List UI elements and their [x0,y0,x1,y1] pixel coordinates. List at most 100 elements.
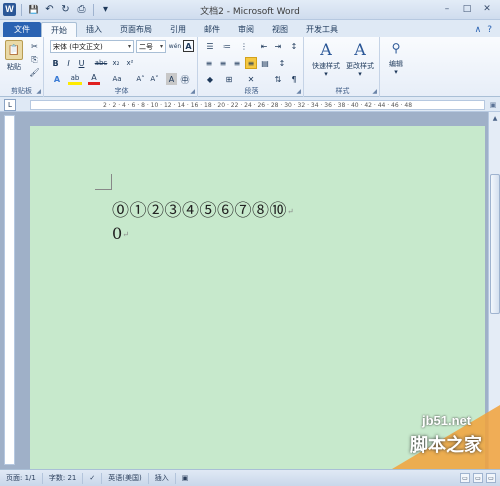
enclose-character-button[interactable]: ㊥ [179,73,191,86]
show-formatting-icon[interactable]: ¶ [288,73,300,85]
word-count[interactable]: 字数: 21 [43,472,84,484]
watermark-url: jb51.net [422,413,472,428]
tab-review[interactable]: 审阅 [229,22,263,37]
page-count[interactable]: 页面: 1/1 [0,472,43,484]
status-bar: 页面: 1/1 字数: 21 ✓ 英语(美国) 插入 ▣ ▭ ▭ ▭ [0,469,500,486]
paste-label[interactable]: 粘贴 [3,62,25,72]
scrollbar-thumb[interactable] [490,174,500,314]
ribbon: 📋 粘贴 ✂ ⎘ 🖌 剪贴板 ◢ 宋体 (中文正文) ▾ 二号 ▾ wén A … [0,37,500,97]
customize-qat-icon[interactable]: ▾ [99,3,112,16]
clipboard-launcher-icon[interactable]: ◢ [36,88,41,95]
increase-indent-icon[interactable]: ⇥ [272,40,284,52]
subscript-button[interactable]: x₂ [110,57,122,69]
text-effects-button[interactable]: A [50,73,64,85]
divider [93,3,94,16]
web-layout-icon[interactable]: ▭ [486,473,496,483]
tab-home[interactable]: 开始 [41,22,77,37]
styles-launcher-icon[interactable]: ◢ [372,88,377,95]
numbering-icon[interactable]: ≔ [220,40,234,52]
save-icon[interactable]: 💾 [27,3,40,16]
close-button[interactable]: ✕ [478,2,496,16]
line-spacing-icon[interactable]: ↕ [276,57,288,69]
ruler-scale[interactable]: 2 · 2 · 4 · 6 · 8 · 10 · 12 · 14 · 16 · … [30,100,485,110]
tab-selector[interactable]: L [4,99,16,111]
minimize-button[interactable]: – [438,2,456,16]
help-icon[interactable]: ? [487,25,492,35]
align-right-icon[interactable]: ≡ [231,57,243,69]
language-indicator[interactable]: 英语(美国) [102,472,149,484]
tab-view[interactable]: 视图 [263,22,297,37]
scroll-up-icon[interactable]: ▲ [490,113,500,123]
align-center-icon[interactable]: ≡ [217,57,229,69]
font-size-select[interactable]: 二号 ▾ [136,40,166,53]
highlight-button[interactable]: ab [68,73,82,85]
character-shading-button[interactable]: A [166,73,177,85]
cut-icon[interactable]: ✂ [29,41,40,52]
bullets-icon[interactable]: ☰ [203,40,217,52]
copy-icon[interactable]: ⎘ [29,54,40,65]
insert-mode-indicator[interactable]: 插入 [149,472,176,484]
document-text-line[interactable]: ⓪①②③④⑤⑥⑦⑧⑩↵ [112,196,294,221]
superscript-button[interactable]: x² [124,57,136,69]
font-launcher-icon[interactable]: ◢ [190,88,195,95]
change-styles-icon[interactable]: A [350,39,370,59]
chevron-down-icon: ▾ [127,43,131,50]
underline-button[interactable]: U [76,57,87,69]
tab-developer[interactable]: 开发工具 [297,22,347,37]
chinese-layout-icon[interactable]: ↕ [288,40,300,52]
chevron-down-icon[interactable]: ▾ [382,68,410,76]
view-ruler-icon[interactable]: ▣ [488,100,498,110]
justify-icon[interactable]: ≡ [245,57,257,69]
phonetic-guide-icon[interactable]: wén [169,40,181,52]
multilevel-list-icon[interactable]: ⋮ [237,40,251,52]
shrink-font-button[interactable]: A˅ [148,73,161,85]
maximize-button[interactable]: □ [458,2,476,16]
grow-font-button[interactable]: A˄ [134,73,147,85]
print-layout-icon[interactable]: ▭ [460,473,470,483]
change-case-button[interactable]: Aa [110,73,124,85]
asian-sort-icon[interactable]: ⇅ [272,73,284,85]
tab-mailings[interactable]: 邮件 [195,22,229,37]
align-left-icon[interactable]: ≡ [203,57,215,69]
undo-icon[interactable]: ↶ [43,3,56,16]
zero-text: 0 [112,224,123,243]
paragraph-launcher-icon[interactable]: ◢ [296,88,301,95]
sort-icon[interactable]: ✕ [244,73,258,85]
chevron-down-icon[interactable]: ▾ [342,70,378,78]
distributed-icon[interactable]: ▤ [259,57,271,69]
divider [21,3,22,16]
quick-access-toolbar: W 💾 ↶ ↻ ⎙ ▾ [0,3,112,16]
vertical-ruler[interactable] [4,115,15,465]
font-name-select[interactable]: 宋体 (中文正文) ▾ [50,40,134,53]
tab-file[interactable]: 文件 [3,22,41,37]
tab-insert[interactable]: 插入 [77,22,111,37]
print-preview-icon[interactable]: ⎙ [75,3,88,16]
proofing-icon[interactable]: ✓ [83,472,103,484]
shading-icon[interactable]: ◆ [203,73,217,85]
quick-styles-icon[interactable]: A [316,39,336,59]
character-border-icon[interactable]: A [183,40,194,52]
circled-numbers-text: ⓪①②③④⑤⑥⑦⑧⑩ [112,201,287,221]
tab-references[interactable]: 引用 [161,22,195,37]
word-app-icon[interactable]: W [3,3,16,16]
strikethrough-button[interactable]: abc [94,57,108,69]
italic-button[interactable]: I [63,57,74,69]
decrease-indent-icon[interactable]: ⇤ [258,40,270,52]
editing-icon[interactable]: ⚲ [388,40,404,56]
document-text-line[interactable]: 0↵ [112,224,129,243]
bold-button[interactable]: B [50,57,61,69]
macro-record-icon[interactable]: ▣ [176,473,195,484]
borders-icon[interactable]: ⊞ [222,73,236,85]
format-painter-icon[interactable]: 🖌 [29,67,40,78]
full-screen-icon[interactable]: ▭ [473,473,483,483]
collapse-ribbon-icon[interactable]: ∧ [475,25,482,35]
crop-mark [95,189,112,190]
paste-icon[interactable]: 📋 [5,40,23,60]
editing-group: ⚲ 编辑 ▾ [382,37,410,97]
redo-icon[interactable]: ↻ [59,3,72,16]
tab-page-layout[interactable]: 页面布局 [111,22,161,37]
chevron-down-icon[interactable]: ▾ [308,70,344,78]
crop-mark [111,174,112,190]
ruler-ticks: 2 · 2 · 4 · 6 · 8 · 10 · 12 · 14 · 16 · … [102,101,413,109]
font-color-button[interactable]: A [88,73,100,85]
